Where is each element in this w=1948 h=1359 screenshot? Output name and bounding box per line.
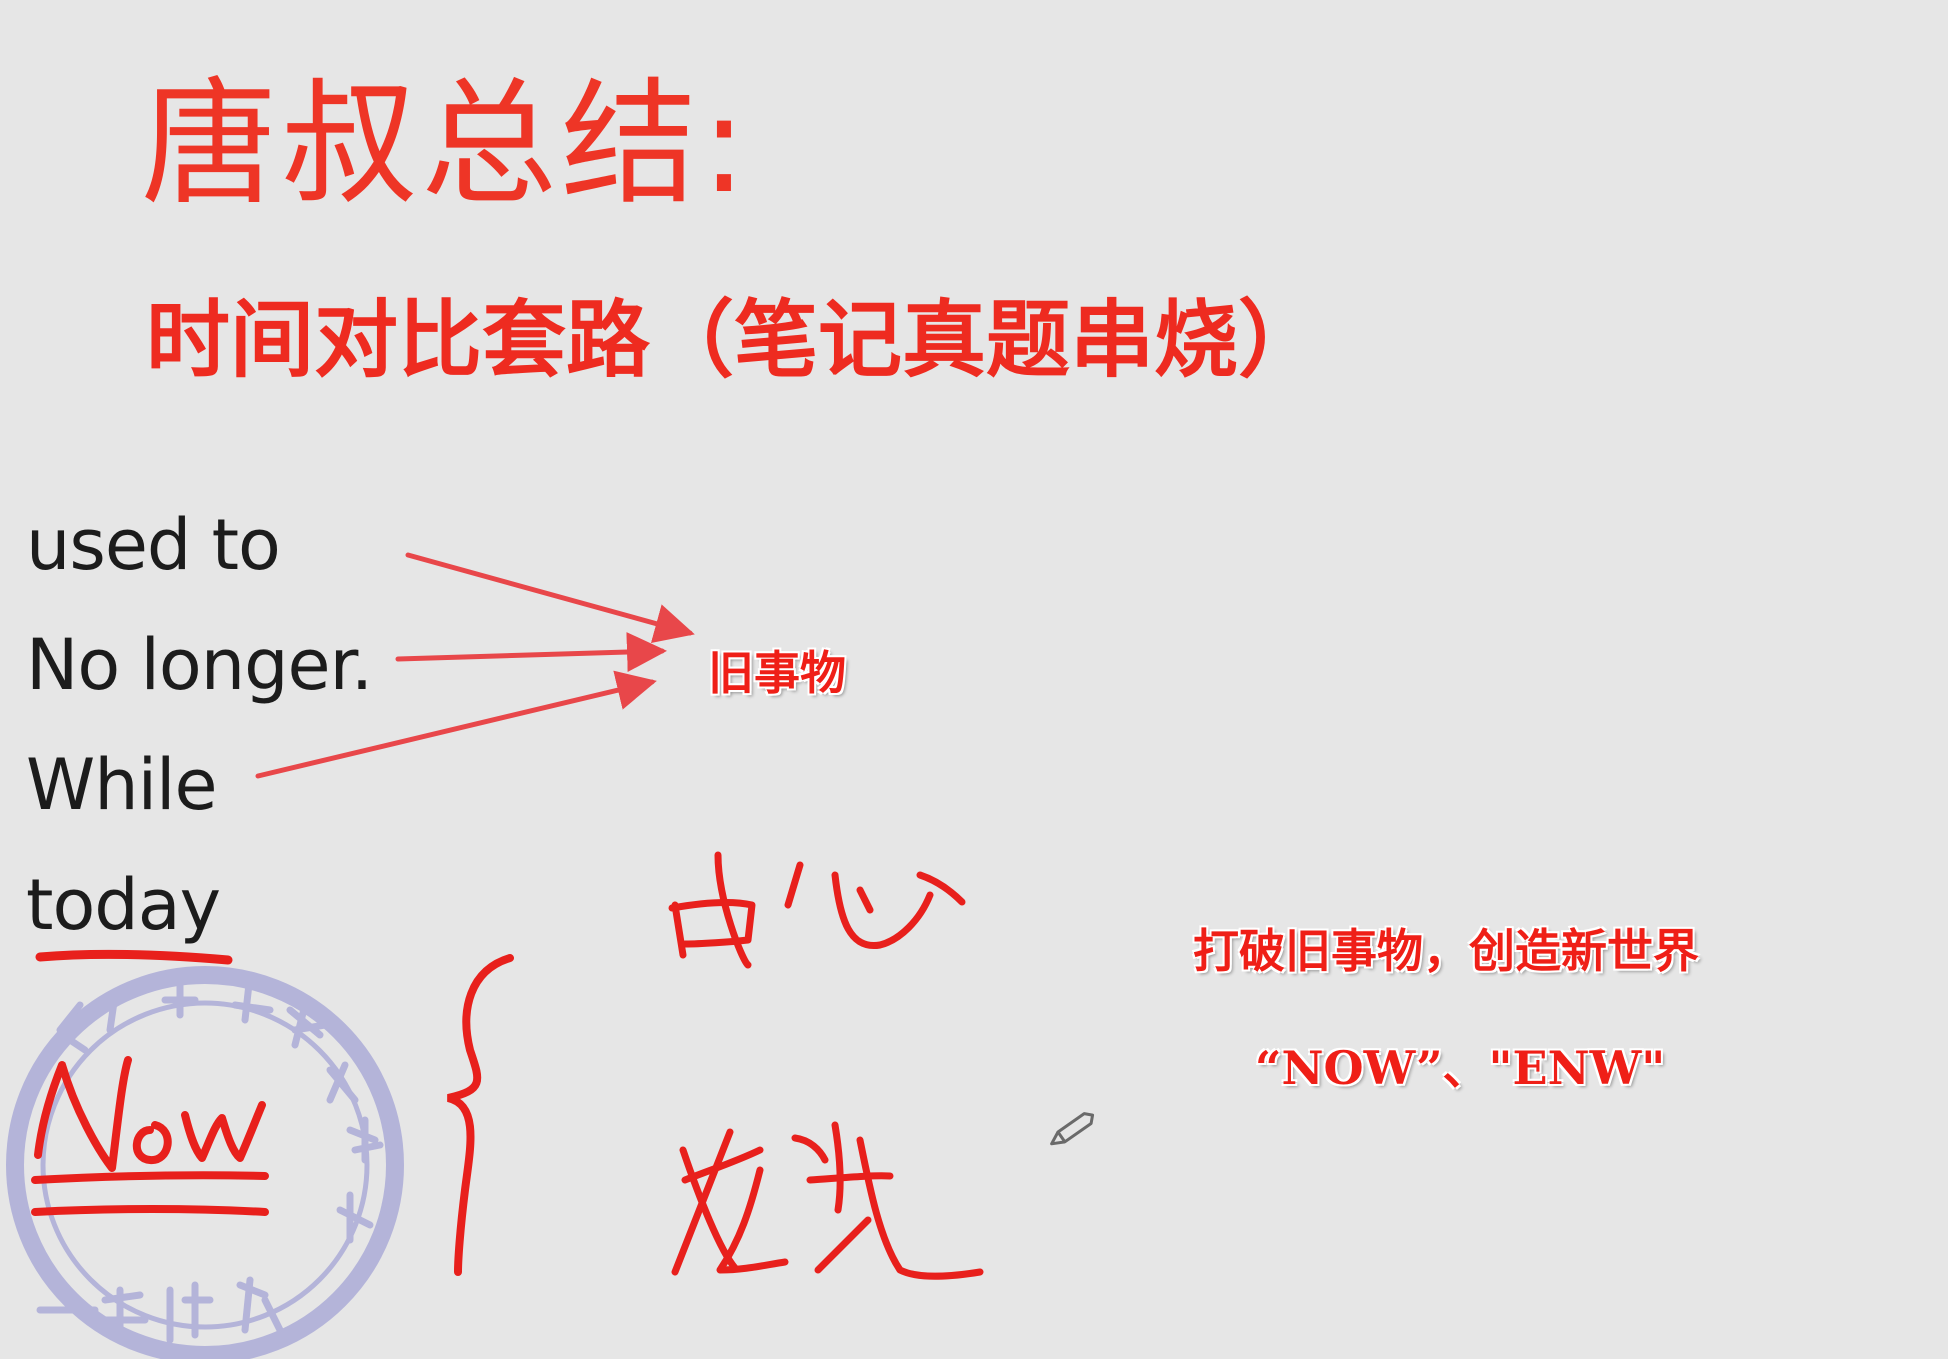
arrow-used-to [405, 552, 695, 643]
curly-brace [446, 954, 514, 1276]
pen-cursor-icon [1050, 1112, 1095, 1146]
note-now-enw: “NOW”、"ENW" [1255, 1041, 1666, 1095]
arrow-no-longer [395, 632, 667, 673]
handwritten-now [31, 1056, 269, 1216]
arrows-to-old-things [255, 552, 695, 779]
arrow-while [255, 670, 657, 779]
today-underline [35, 949, 233, 965]
handwritten-center [668, 851, 966, 969]
note-old-things: 旧事物 [708, 646, 846, 700]
handwritten-answer [671, 1121, 984, 1280]
note-break-old-create-new: 打破旧事物，创造新世界 [1193, 924, 1699, 978]
seal-stamp [6, 966, 404, 1359]
annotation-layer [6, 552, 1095, 1359]
